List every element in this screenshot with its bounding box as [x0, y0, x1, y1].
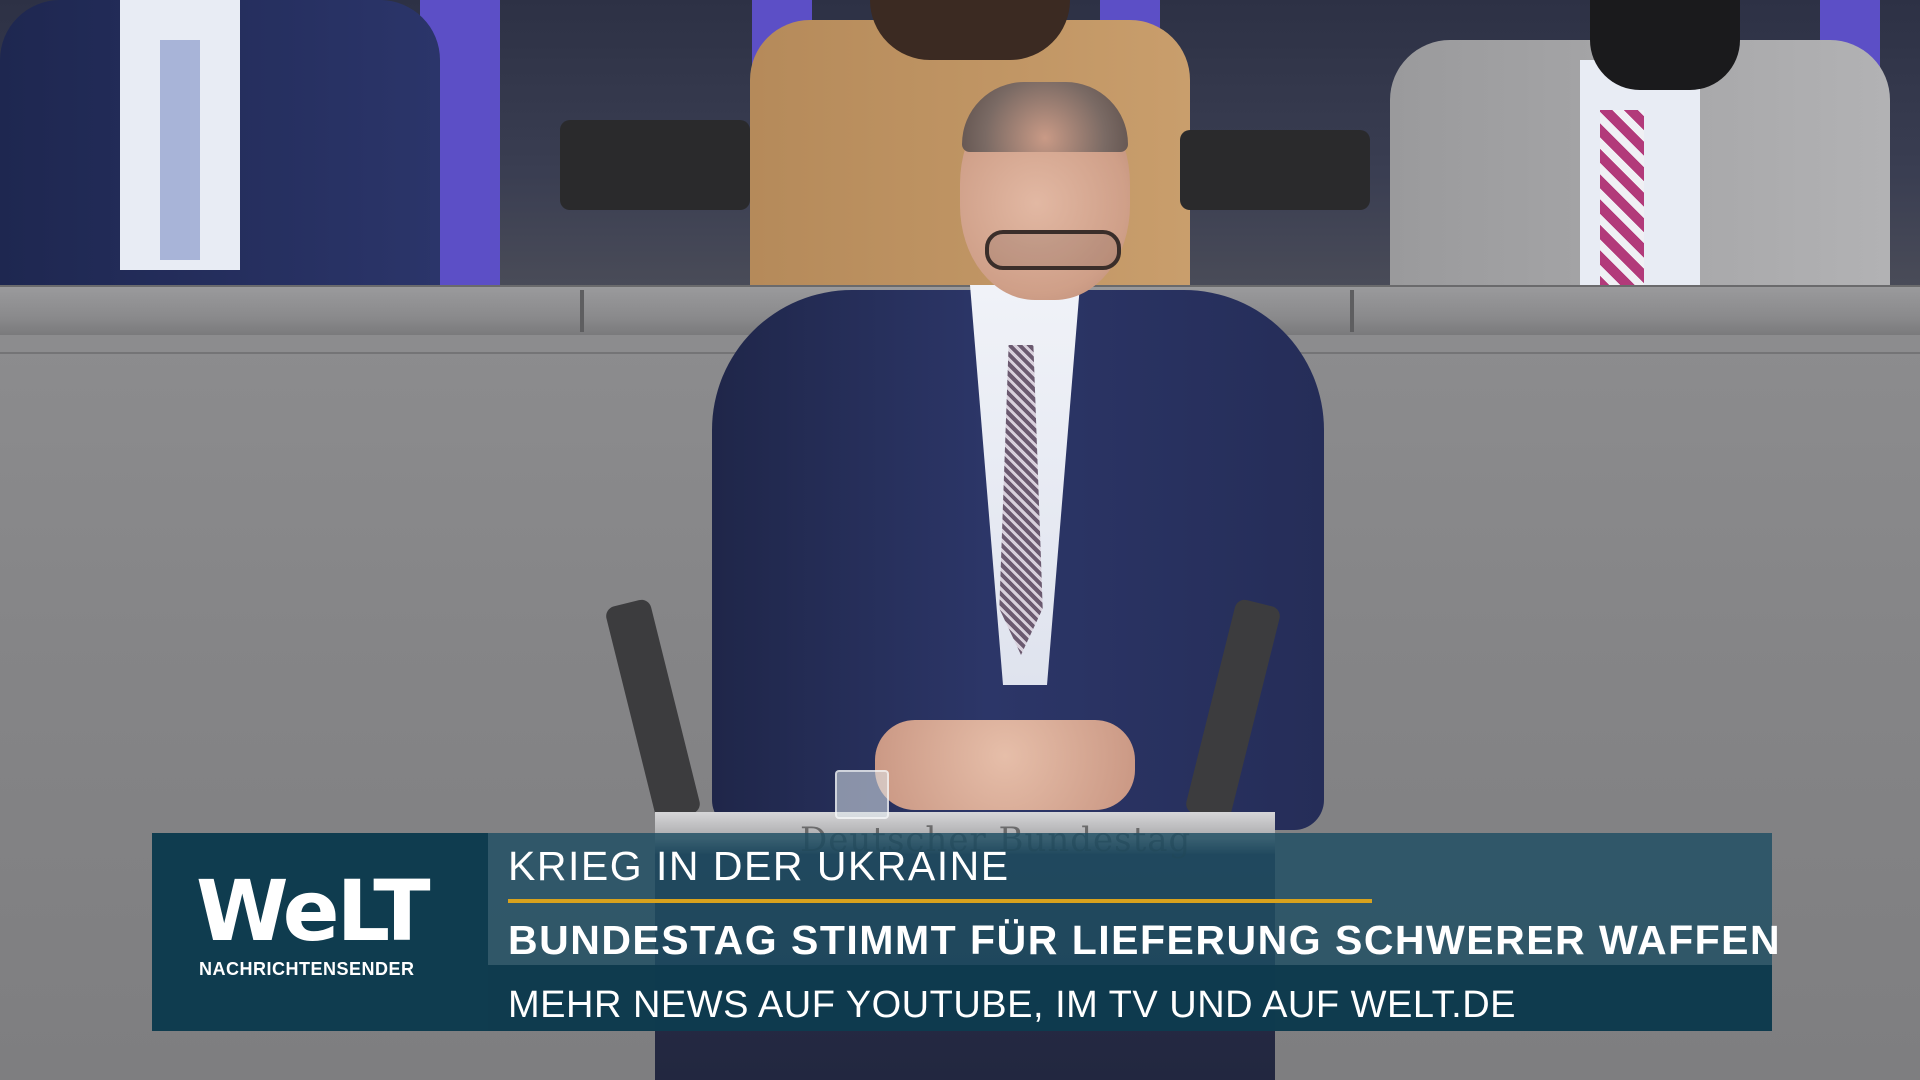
face-mask [1590, 0, 1740, 90]
glasses [985, 230, 1121, 270]
channel-logo: WeLT [196, 862, 431, 960]
news-ticker: MEHR NEWS AUF YOUTUBE, IM TV UND AUF WEL… [508, 984, 1516, 1026]
speaker-hands [875, 720, 1135, 810]
channel-logo-box: WeLT NACHRICHTENSENDER [152, 833, 488, 1031]
ledge-seam [1350, 290, 1354, 332]
water-glass [835, 770, 889, 819]
caption-headline: BUNDESTAG STIMMT FÜR LIEFERUNG SCHWERER … [508, 917, 1782, 963]
video-frame: Deutscher Bundestag WeLT NACHRICHTENSEND… [0, 0, 1920, 1080]
tie [1600, 110, 1644, 290]
caption-kicker: KRIEG IN DER UKRAINE [508, 843, 1010, 889]
hair [870, 0, 1070, 60]
tie [160, 40, 200, 260]
desk-phone [1180, 130, 1370, 210]
ledge-seam [580, 290, 584, 332]
channel-subtitle: NACHRICHTENSENDER [199, 959, 415, 979]
desk-phone [560, 120, 750, 210]
accent-divider [508, 899, 1372, 903]
